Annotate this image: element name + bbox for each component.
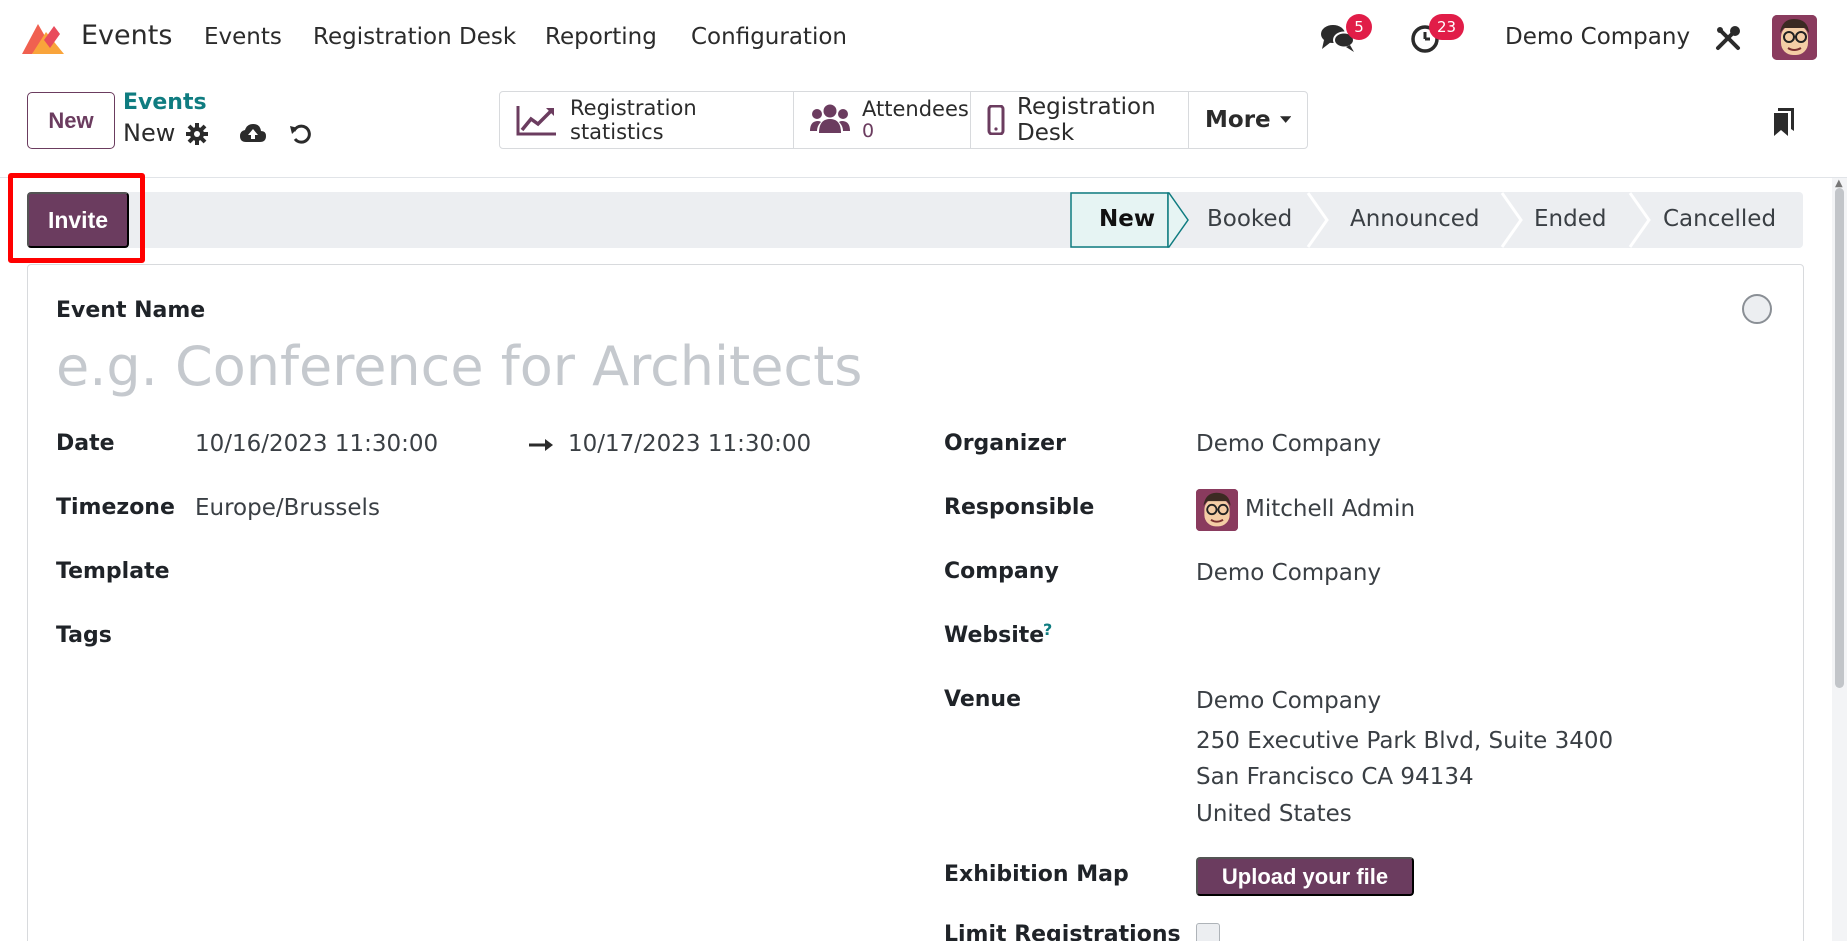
mobile-phone-icon: [987, 105, 1005, 135]
user-avatar-icon: [1772, 15, 1817, 60]
stage-cancelled[interactable]: Cancelled: [1663, 206, 1776, 232]
top-navbar: Events Events Registration Desk Reportin…: [0, 0, 1847, 75]
stage-announced[interactable]: Announced: [1350, 206, 1480, 232]
user-avatar[interactable]: [1772, 15, 1817, 60]
event-name-input[interactable]: e.g. Conference for Architects: [56, 335, 862, 398]
venue-label: Venue: [944, 687, 1021, 712]
upload-file-button[interactable]: Upload your file: [1196, 857, 1414, 896]
menu-reporting[interactable]: Reporting: [545, 24, 657, 50]
discard-button[interactable]: [289, 122, 313, 150]
more-dropdown-button[interactable]: More: [1189, 92, 1307, 148]
tools-icon: [1716, 26, 1740, 50]
limit-registrations-checkbox[interactable]: [1196, 923, 1220, 941]
debug-tools-button[interactable]: [1714, 24, 1742, 56]
timezone-field[interactable]: Europe/Brussels: [195, 495, 380, 521]
control-panel: New Events New Registration statistics A…: [0, 75, 1847, 178]
bookmark-icon: [1774, 108, 1794, 136]
area-chart-icon: [516, 104, 558, 136]
undo-icon: [290, 124, 311, 144]
kanban-state-toggle[interactable]: [1742, 294, 1772, 324]
app-name[interactable]: Events: [81, 20, 172, 51]
save-button[interactable]: [239, 122, 267, 150]
knowledge-bookmark-button[interactable]: [1772, 107, 1796, 141]
caret-down-icon: [1279, 116, 1291, 123]
tags-label: Tags: [56, 623, 112, 648]
stage-booked[interactable]: Booked: [1207, 206, 1292, 232]
company-label: Company: [944, 559, 1059, 584]
attendees-count: 0: [862, 120, 875, 143]
activities-badge: 23: [1429, 14, 1465, 40]
venue-line-4: United States: [1196, 801, 1352, 827]
template-label: Template: [56, 559, 170, 584]
registration-statistics-button[interactable]: Registration statistics: [500, 92, 794, 148]
attendees-button[interactable]: Attendees 0: [794, 92, 971, 148]
more-label: More: [1205, 107, 1271, 133]
timezone-label: Timezone: [56, 495, 175, 520]
users-icon: [810, 103, 850, 137]
date-start-field[interactable]: 10/16/2023 11:30:00: [195, 431, 438, 457]
menu-events[interactable]: Events: [204, 24, 282, 50]
responsible-label: Responsible: [944, 495, 1095, 520]
page-scrollbar[interactable]: ▲: [1832, 178, 1847, 941]
invite-button[interactable]: Invite: [27, 192, 129, 248]
stage-ended[interactable]: Ended: [1534, 206, 1606, 232]
venue-line-2: 250 Executive Park Blvd, Suite 3400: [1196, 728, 1614, 754]
registration-desk-label: Registration Desk: [1017, 94, 1156, 146]
odoo-events-logo-icon[interactable]: [20, 20, 68, 56]
stage-new[interactable]: New: [1099, 206, 1155, 232]
new-button[interactable]: New: [27, 92, 115, 149]
event-name-label: Event Name: [56, 298, 206, 323]
venue-line-1[interactable]: Demo Company: [1196, 688, 1381, 714]
responsible-field[interactable]: Mitchell Admin: [1245, 496, 1415, 522]
website-help-tooltip[interactable]: ?: [1043, 620, 1052, 639]
date-end-field[interactable]: 10/17/2023 11:30:00: [568, 431, 811, 457]
menu-configuration[interactable]: Configuration: [691, 24, 847, 50]
breadcrumb-current: New: [123, 119, 176, 147]
attendees-label: Attendees: [862, 97, 969, 121]
limit-registrations-label: Limit Registrations: [944, 922, 1181, 941]
messages-badge: 5: [1346, 14, 1372, 40]
gear-icon: [186, 123, 208, 145]
exhibition-map-label: Exhibition Map: [944, 862, 1129, 887]
organizer-field[interactable]: Demo Company: [1196, 431, 1381, 457]
date-label: Date: [56, 431, 115, 456]
company-field[interactable]: Demo Company: [1196, 560, 1381, 586]
company-switcher[interactable]: Demo Company: [1505, 24, 1690, 50]
responsible-avatar: [1196, 489, 1238, 531]
user-avatar-icon: [1196, 489, 1238, 531]
smart-buttons: Registration statistics Attendees 0 Regi…: [499, 91, 1308, 149]
venue-line-3: San Francisco CA 94134: [1196, 764, 1474, 790]
registration-statistics-label: Registration statistics: [570, 96, 697, 144]
menu-registration-desk[interactable]: Registration Desk: [313, 24, 516, 50]
record-actions-button[interactable]: [186, 123, 208, 149]
breadcrumb-events[interactable]: Events: [123, 90, 207, 115]
scroll-thumb[interactable]: [1835, 188, 1844, 688]
website-label: Website: [944, 623, 1045, 648]
cloud-upload-icon: [240, 124, 266, 142]
registration-desk-button[interactable]: Registration Desk: [971, 92, 1189, 148]
organizer-label: Organizer: [944, 431, 1066, 456]
arrow-right-icon: [529, 439, 553, 451]
